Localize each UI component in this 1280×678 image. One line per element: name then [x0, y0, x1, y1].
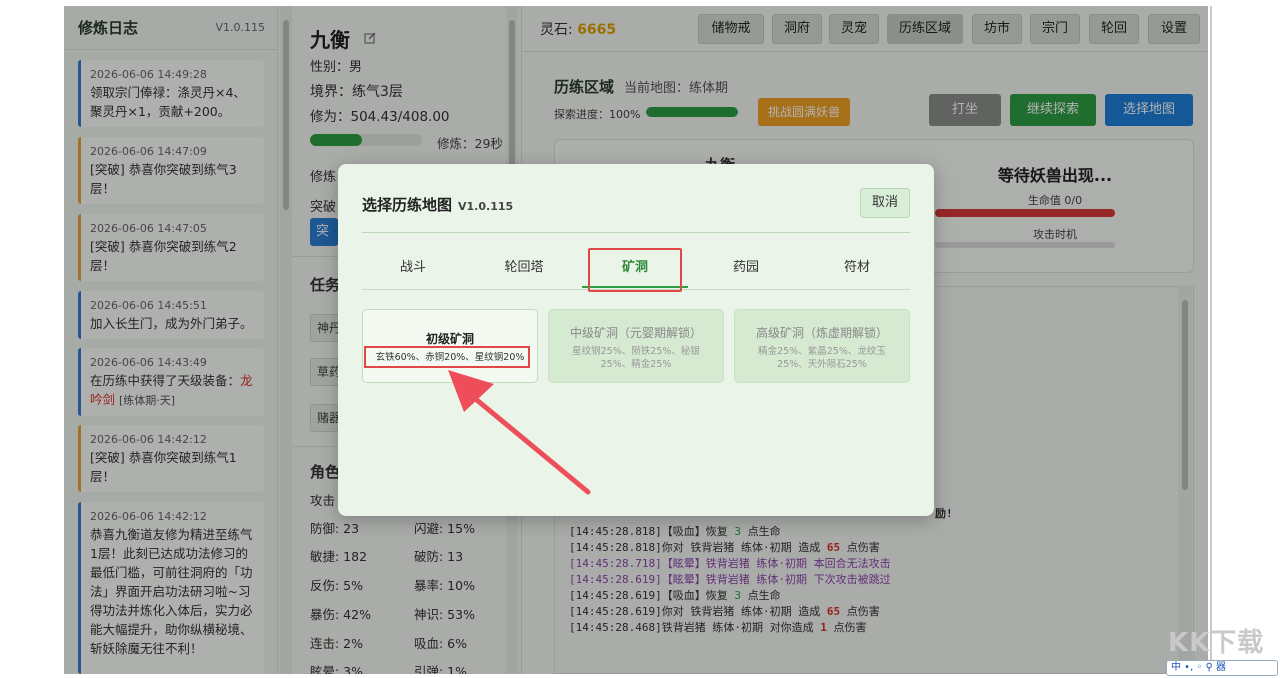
watermark-logo: KK下载 — [1168, 628, 1265, 658]
cancel-button[interactable]: 取消 — [860, 188, 910, 218]
tab-talisman-material[interactable]: 符材 — [802, 256, 912, 275]
modal-title: 选择历练地图 V1.0.115 — [362, 196, 514, 214]
map-name: 高级矿洞（炼虚期解锁） — [755, 326, 888, 340]
annotation-highlight-box — [588, 248, 682, 292]
annotation-arrow-icon — [448, 370, 591, 495]
map-name: 初级矿洞 — [425, 332, 474, 346]
select-map-modal: 选择历练地图 V1.0.115 取消 战斗 轮回塔 矿洞 药园 符材 初级矿洞 玄… — [338, 164, 934, 516]
tab-battle[interactable]: 战斗 — [358, 256, 468, 275]
map-name: 中级矿洞（元婴期解锁） — [569, 326, 702, 340]
tab-herb-garden[interactable]: 药园 — [691, 256, 801, 275]
ime-toolbar[interactable]: 中 •, ◦ ⚲ 器 — [1166, 660, 1278, 676]
tab-reincarnation-tower[interactable]: 轮回塔 — [469, 256, 579, 275]
map-card-advanced-mine: 高级矿洞（炼虚期解锁） 精金25%、紫晶25%、龙纹玉25%、天外陨石25% — [734, 309, 910, 383]
modal-version: V1.0.115 — [458, 200, 514, 213]
screen: 修炼日志 V1.0.115 2026-06-06 14:49:28 领取宗门俸禄… — [0, 0, 1280, 678]
map-resources: 精金25%、紫晶25%、龙纹玉25%、天外陨石25% — [758, 346, 886, 370]
